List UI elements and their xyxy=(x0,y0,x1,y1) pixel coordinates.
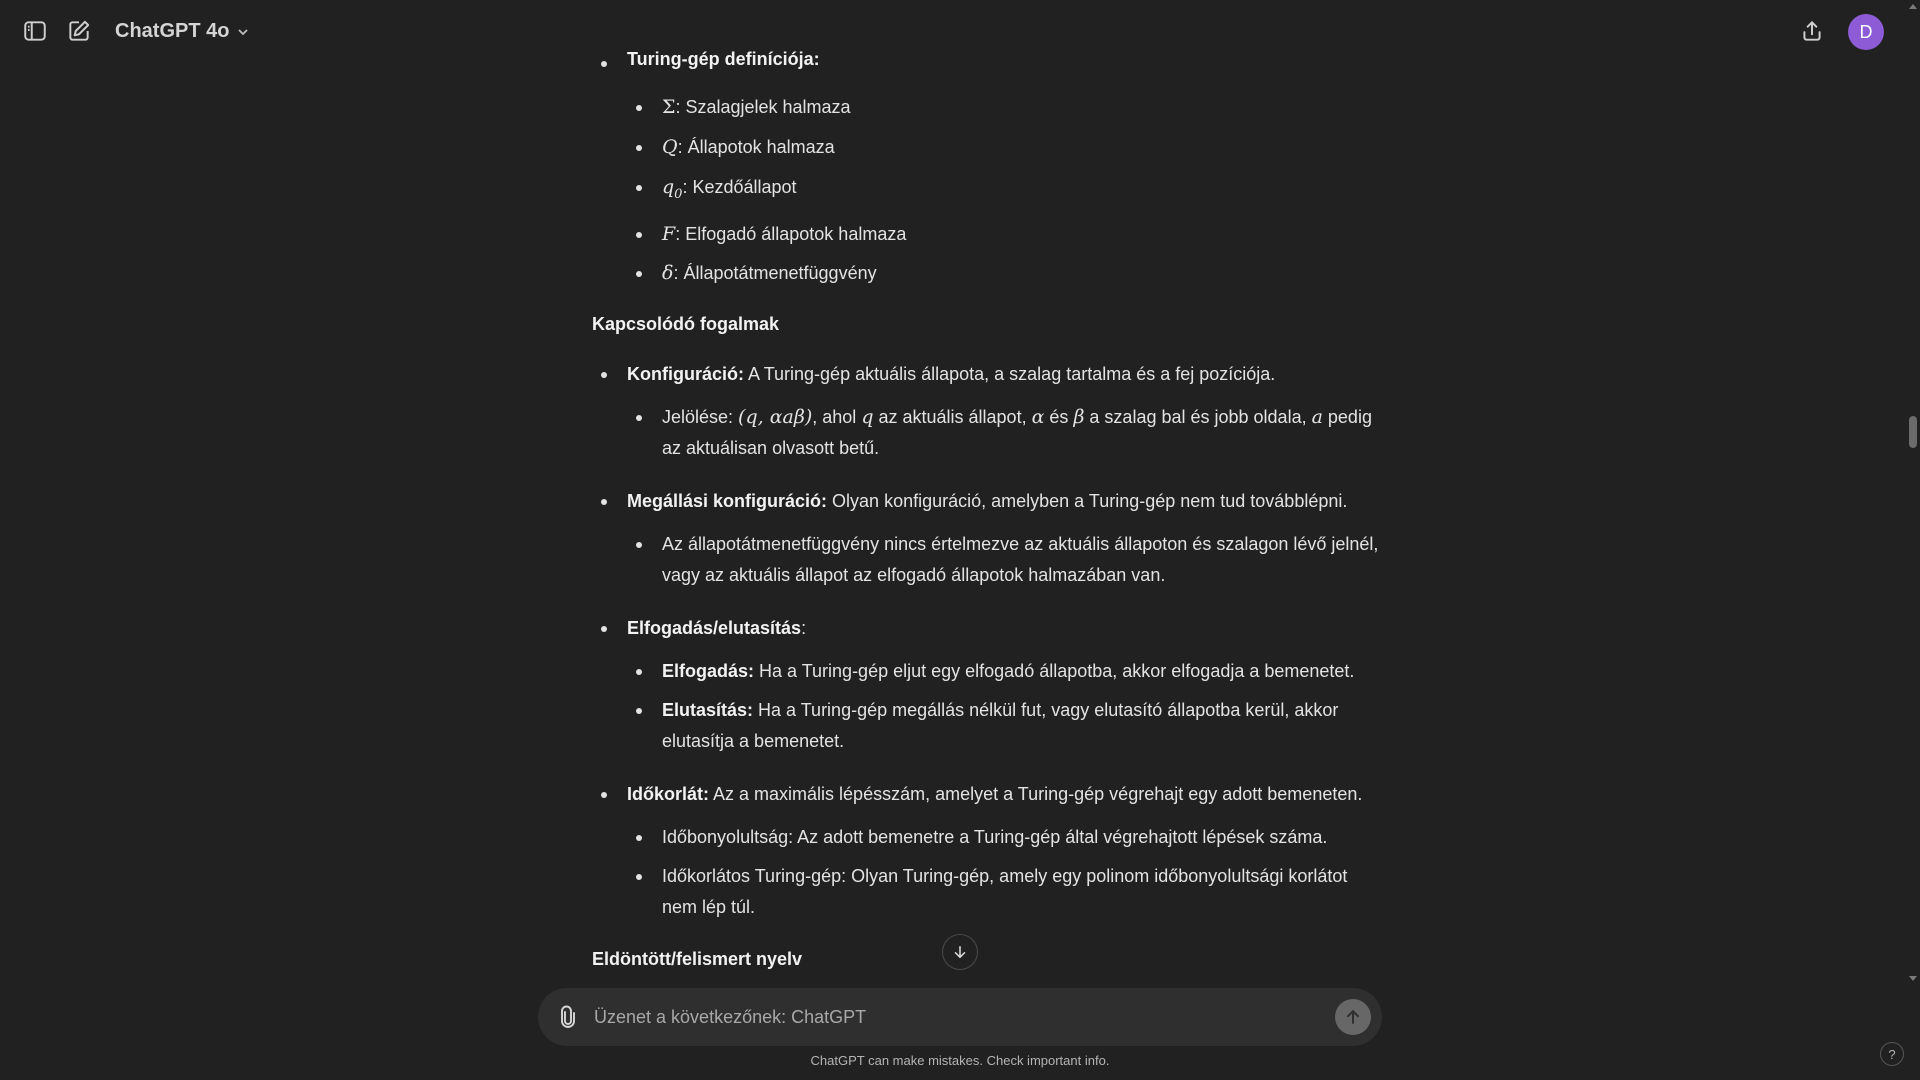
list-item: Elfogadás/elutasítás: xyxy=(592,613,1382,644)
term-text: Olyan konfiguráció, amelyben a Turing-gé… xyxy=(827,490,1348,511)
list-item: Időkorlátos Turing-gép: Olyan Turing-gép… xyxy=(592,861,1382,923)
list-item-text: : Állapotátmenetfüggvény xyxy=(673,262,877,283)
new-chat-button[interactable] xyxy=(59,11,99,51)
math-expression: (q, αaβ) xyxy=(738,405,813,428)
term-text: A Turing-gép aktuális állapota, a szalag… xyxy=(744,363,1276,384)
list-item: Turing-gép definíciója: xyxy=(592,48,1382,84)
list-item: F: Elfogadó állapotok halmaza xyxy=(592,219,1382,250)
sidebar-icon xyxy=(24,21,46,41)
term-text: Az a maximális lépésszám, amelyet a Turi… xyxy=(709,783,1363,804)
list-item: Elutasítás: Ha a Turing-gép megállás nél… xyxy=(592,695,1382,757)
sidebar-toggle-button[interactable] xyxy=(15,11,55,51)
tm-definition-label: Turing-gép definíciója: xyxy=(627,49,820,69)
list-item-text: Az állapotátmenetfüggvény nincs értelmez… xyxy=(662,533,1379,585)
chevron-down-icon xyxy=(238,29,249,36)
math-symbol: Q xyxy=(662,136,678,158)
list-item-text: : Elfogadó állapotok halmaza xyxy=(675,223,907,244)
message-input[interactable] xyxy=(594,1000,1294,1034)
message-composer xyxy=(538,988,1382,1046)
arrow-up-icon xyxy=(1347,1010,1359,1024)
math-symbol: δ xyxy=(662,261,674,284)
arrow-down-icon xyxy=(954,946,966,958)
math-symbol: Σ xyxy=(662,96,676,118)
list-item-text: Időkorlátos Turing-gép: Olyan Turing-gép… xyxy=(662,865,1348,917)
paperclip-icon xyxy=(561,1005,575,1028)
term-label: Konfiguráció: xyxy=(627,363,744,384)
term-text: Ha a Turing-gép eljut egy elfogadó állap… xyxy=(754,660,1355,681)
send-button[interactable] xyxy=(1335,999,1371,1035)
list-item: q0: Kezdőállapot xyxy=(592,172,1382,210)
attach-button[interactable] xyxy=(552,1001,584,1033)
scroll-up-arrow-icon[interactable] xyxy=(1909,4,1917,9)
scroll-to-bottom-button[interactable] xyxy=(942,934,978,970)
model-name: ChatGPT 4o xyxy=(115,19,230,42)
term-label: Elutasítás: xyxy=(662,699,754,720)
term-label: Elfogadás: xyxy=(662,660,755,681)
list-item: Konfiguráció: A Turing-gép aktuális álla… xyxy=(592,359,1382,390)
list-item-text: : Állapotok halmaza xyxy=(677,137,835,157)
assistant-message: Turing-gép definíciója: Σ: Szalagjelek h… xyxy=(592,48,1382,975)
list-item-text: : Kezdőállapot xyxy=(682,177,797,197)
section-heading: Kapcsolódó fogalmak xyxy=(592,313,780,334)
scroll-down-arrow-icon[interactable] xyxy=(1909,976,1917,981)
share-icon xyxy=(1803,21,1821,41)
list-item-text: : Szalagjelek halmaza xyxy=(675,97,851,117)
help-button[interactable]: ? xyxy=(1880,1042,1904,1066)
term-label: Megállási konfiguráció: xyxy=(627,490,828,511)
tm-definition-list: Turing-gép definíciója: Σ: Szalagjelek h… xyxy=(592,48,1382,289)
list-item: Q: Állapotok halmaza xyxy=(592,132,1382,163)
list-item: Az állapotátmenetfüggvény nincs értelmez… xyxy=(592,529,1382,591)
scrollbar[interactable] xyxy=(1906,0,1920,1000)
math-symbol: q0 xyxy=(662,176,683,202)
list-item: Elfogadás: Ha a Turing-gép eljut egy elf… xyxy=(592,656,1382,687)
model-selector[interactable]: ChatGPT 4o xyxy=(105,14,261,48)
list-item: Jelölése: (q, αaβ), ahol q az aktuális á… xyxy=(592,402,1382,464)
list-item: Időkorlát: Az a maximális lépésszám, ame… xyxy=(592,779,1382,810)
list-item-text: Időbonyolultság: Az adott bemenetre a Tu… xyxy=(662,826,1328,847)
term-text: Ha a Turing-gép megállás nélkül fut, vag… xyxy=(662,699,1339,751)
section-heading: Eldöntött/felismert nyelv xyxy=(592,948,803,969)
edit-icon xyxy=(69,20,90,41)
list-item: δ: Állapotátmenetfüggvény xyxy=(592,258,1382,289)
related-concepts-list: Konfiguráció: A Turing-gép aktuális álla… xyxy=(592,359,1382,923)
list-item: Σ: Szalagjelek halmaza xyxy=(592,92,1382,123)
share-button[interactable] xyxy=(1792,11,1832,51)
scrollbar-thumb[interactable] xyxy=(1909,416,1917,448)
math-symbol: F xyxy=(662,222,676,245)
list-item: Időbonyolultság: Az adott bemenetre a Tu… xyxy=(592,822,1382,853)
term-label: Időkorlát: xyxy=(627,783,710,804)
term-label: Elfogadás/elutasítás xyxy=(627,617,802,638)
list-item: Megállási konfiguráció: Olyan konfigurác… xyxy=(592,486,1382,517)
disclaimer-text: ChatGPT can make mistakes. Check importa… xyxy=(810,1053,1110,1068)
user-avatar[interactable]: D xyxy=(1848,14,1884,50)
